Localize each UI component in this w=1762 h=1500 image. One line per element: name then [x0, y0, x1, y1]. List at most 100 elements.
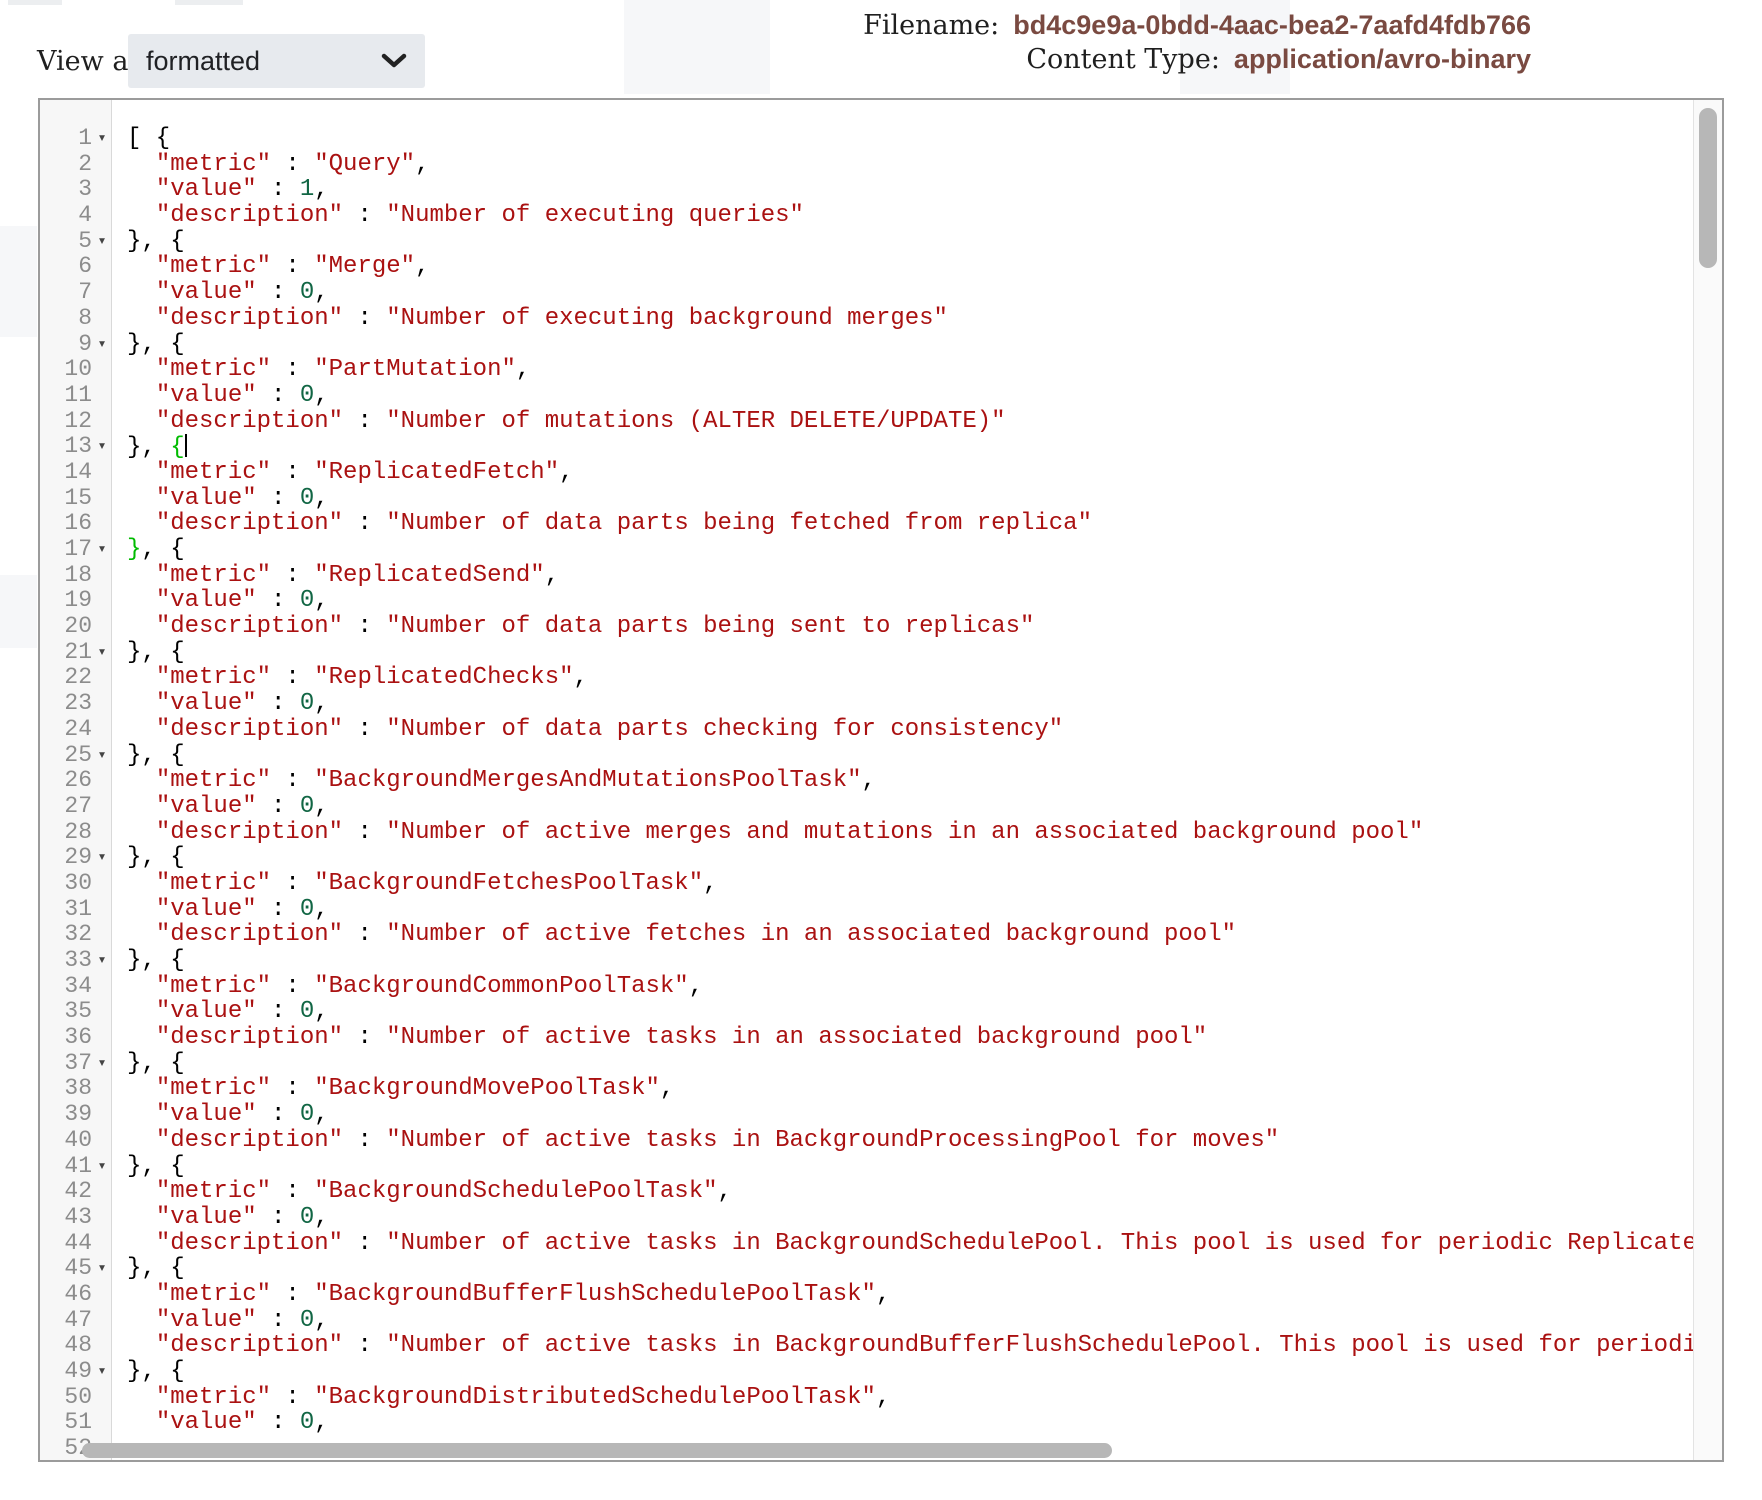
code-text[interactable]: "value" : 0,: [113, 897, 1693, 923]
code-line[interactable]: 33▾}, {: [40, 948, 1693, 974]
code-line[interactable]: 15 "value" : 0,: [40, 486, 1693, 512]
code-text[interactable]: }, {: [113, 1256, 1693, 1282]
code-text[interactable]: "metric" : "BackgroundDistributedSchedul…: [113, 1385, 1693, 1411]
code-text[interactable]: "value" : 0,: [113, 280, 1693, 306]
fold-arrow-icon[interactable]: ▾: [92, 743, 112, 769]
fold-arrow-icon[interactable]: ▾: [92, 1359, 112, 1385]
code-line[interactable]: 4 "description" : "Number of executing q…: [40, 203, 1693, 229]
code-text[interactable]: "value" : 0,: [113, 999, 1693, 1025]
code-line[interactable]: 27 "value" : 0,: [40, 794, 1693, 820]
code-line[interactable]: 3 "value" : 1,: [40, 177, 1693, 203]
code-line[interactable]: 36 "description" : "Number of active tas…: [40, 1025, 1693, 1051]
code-text[interactable]: "value" : 0,: [113, 383, 1693, 409]
code-text[interactable]: "value" : 0,: [113, 1410, 1693, 1436]
code-line[interactable]: 39 "value" : 0,: [40, 1102, 1693, 1128]
code-line[interactable]: 47 "value" : 0,: [40, 1308, 1693, 1334]
fold-arrow-icon[interactable]: ▾: [92, 1154, 112, 1180]
code-text[interactable]: "value" : 0,: [113, 486, 1693, 512]
code-text[interactable]: "value" : 0,: [113, 691, 1693, 717]
code-text[interactable]: "metric" : "BackgroundMergesAndMutations…: [113, 768, 1693, 794]
code-line[interactable]: 9▾}, {: [40, 332, 1693, 358]
code-text[interactable]: }, {: [113, 537, 1693, 563]
code-line[interactable]: 28 "description" : "Number of active mer…: [40, 820, 1693, 846]
code-line[interactable]: 49▾}, {: [40, 1359, 1693, 1385]
code-line[interactable]: 42 "metric" : "BackgroundSchedulePoolTas…: [40, 1179, 1693, 1205]
code-text[interactable]: "description" : "Number of data parts be…: [113, 511, 1693, 537]
code-line[interactable]: 41▾}, {: [40, 1154, 1693, 1180]
code-lines[interactable]: 1▾[ {2 "metric" : "Query",3 "value" : 1,…: [40, 126, 1693, 1462]
view-as-select[interactable]: formatted: [128, 34, 425, 88]
code-line[interactable]: 18 "metric" : "ReplicatedSend",: [40, 563, 1693, 589]
code-text[interactable]: "metric" : "Query",: [113, 152, 1693, 178]
code-text[interactable]: "metric" : "BackgroundMovePoolTask",: [113, 1076, 1693, 1102]
code-text[interactable]: }, {: [113, 332, 1693, 358]
code-text[interactable]: "description" : "Number of executing bac…: [113, 306, 1693, 332]
code-text[interactable]: "description" : "Number of executing que…: [113, 203, 1693, 229]
code-text[interactable]: "description" : "Number of data parts be…: [113, 614, 1693, 640]
code-text[interactable]: "value" : 0,: [113, 1102, 1693, 1128]
fold-arrow-icon[interactable]: ▾: [92, 537, 112, 563]
code-text[interactable]: "value" : 0,: [113, 794, 1693, 820]
code-line[interactable]: 8 "description" : "Number of executing b…: [40, 306, 1693, 332]
code-text[interactable]: }, {: [113, 1359, 1693, 1385]
vertical-scrollbar[interactable]: [1693, 100, 1722, 1460]
code-line[interactable]: 22 "metric" : "ReplicatedChecks",: [40, 665, 1693, 691]
code-text[interactable]: "description" : "Number of active tasks …: [113, 1333, 1693, 1359]
code-line[interactable]: 26 "metric" : "BackgroundMergesAndMutati…: [40, 768, 1693, 794]
code-line[interactable]: 46 "metric" : "BackgroundBufferFlushSche…: [40, 1282, 1693, 1308]
fold-arrow-icon[interactable]: ▾: [92, 229, 112, 255]
code-text[interactable]: "description" : "Number of active tasks …: [113, 1128, 1693, 1154]
code-text[interactable]: }, {: [113, 743, 1693, 769]
code-line[interactable]: 44 "description" : "Number of active tas…: [40, 1231, 1693, 1257]
code-line[interactable]: 43 "value" : 0,: [40, 1205, 1693, 1231]
fold-arrow-icon[interactable]: ▾: [92, 1051, 112, 1077]
code-line[interactable]: 14 "metric" : "ReplicatedFetch",: [40, 460, 1693, 486]
code-line[interactable]: 5▾}, {: [40, 229, 1693, 255]
code-text[interactable]: "metric" : "ReplicatedFetch",: [113, 460, 1693, 486]
code-line[interactable]: 17▾}, {: [40, 537, 1693, 563]
code-text[interactable]: "description" : "Number of active tasks …: [113, 1231, 1693, 1257]
code-text[interactable]: "metric" : "Merge",: [113, 254, 1693, 280]
fold-arrow-icon[interactable]: ▾: [92, 126, 112, 152]
code-line[interactable]: 1▾[ {: [40, 126, 1693, 152]
code-text[interactable]: "value" : 0,: [113, 588, 1693, 614]
horizontal-scrollbar-thumb[interactable]: [82, 1443, 1112, 1458]
code-text[interactable]: }, {: [113, 948, 1693, 974]
code-line[interactable]: 50 "metric" : "BackgroundDistributedSche…: [40, 1385, 1693, 1411]
code-text[interactable]: "value" : 1,: [113, 177, 1693, 203]
code-text[interactable]: }, {: [113, 434, 1693, 460]
code-text[interactable]: "description" : "Number of active merges…: [113, 820, 1693, 846]
code-line[interactable]: 21▾}, {: [40, 640, 1693, 666]
code-line[interactable]: 19 "value" : 0,: [40, 588, 1693, 614]
code-line[interactable]: 10 "metric" : "PartMutation",: [40, 357, 1693, 383]
code-line[interactable]: 16 "description" : "Number of data parts…: [40, 511, 1693, 537]
code-text[interactable]: "value" : 0,: [113, 1308, 1693, 1334]
code-line[interactable]: 25▾}, {: [40, 743, 1693, 769]
code-text[interactable]: }, {: [113, 1154, 1693, 1180]
code-line[interactable]: 32 "description" : "Number of active fet…: [40, 922, 1693, 948]
code-text[interactable]: "value" : 0,: [113, 1205, 1693, 1231]
code-text[interactable]: "metric" : "BackgroundSchedulePoolTask",: [113, 1179, 1693, 1205]
code-line[interactable]: 45▾}, {: [40, 1256, 1693, 1282]
code-text[interactable]: "metric" : "ReplicatedSend",: [113, 563, 1693, 589]
fold-arrow-icon[interactable]: ▾: [92, 434, 112, 460]
code-text[interactable]: "description" : "Number of mutations (AL…: [113, 409, 1693, 435]
fold-arrow-icon[interactable]: ▾: [92, 1256, 112, 1282]
fold-arrow-icon[interactable]: ▾: [92, 845, 112, 871]
code-line[interactable]: 23 "value" : 0,: [40, 691, 1693, 717]
code-text[interactable]: "description" : "Number of data parts ch…: [113, 717, 1693, 743]
vertical-scrollbar-thumb[interactable]: [1699, 108, 1717, 268]
code-text[interactable]: }, {: [113, 640, 1693, 666]
code-text[interactable]: "metric" : "BackgroundBufferFlushSchedul…: [113, 1282, 1693, 1308]
code-text[interactable]: "description" : "Number of active tasks …: [113, 1025, 1693, 1051]
code-text[interactable]: }, {: [113, 229, 1693, 255]
code-line[interactable]: 31 "value" : 0,: [40, 897, 1693, 923]
code-line[interactable]: 6 "metric" : "Merge",: [40, 254, 1693, 280]
fold-arrow-icon[interactable]: ▾: [92, 948, 112, 974]
fold-arrow-icon[interactable]: ▾: [92, 640, 112, 666]
code-line[interactable]: 51 "value" : 0,: [40, 1410, 1693, 1436]
code-line[interactable]: 7 "value" : 0,: [40, 280, 1693, 306]
code-line[interactable]: 38 "metric" : "BackgroundMovePoolTask",: [40, 1076, 1693, 1102]
json-code-editor[interactable]: 1▾[ {2 "metric" : "Query",3 "value" : 1,…: [38, 98, 1724, 1462]
code-text[interactable]: "metric" : "BackgroundFetchesPoolTask",: [113, 871, 1693, 897]
